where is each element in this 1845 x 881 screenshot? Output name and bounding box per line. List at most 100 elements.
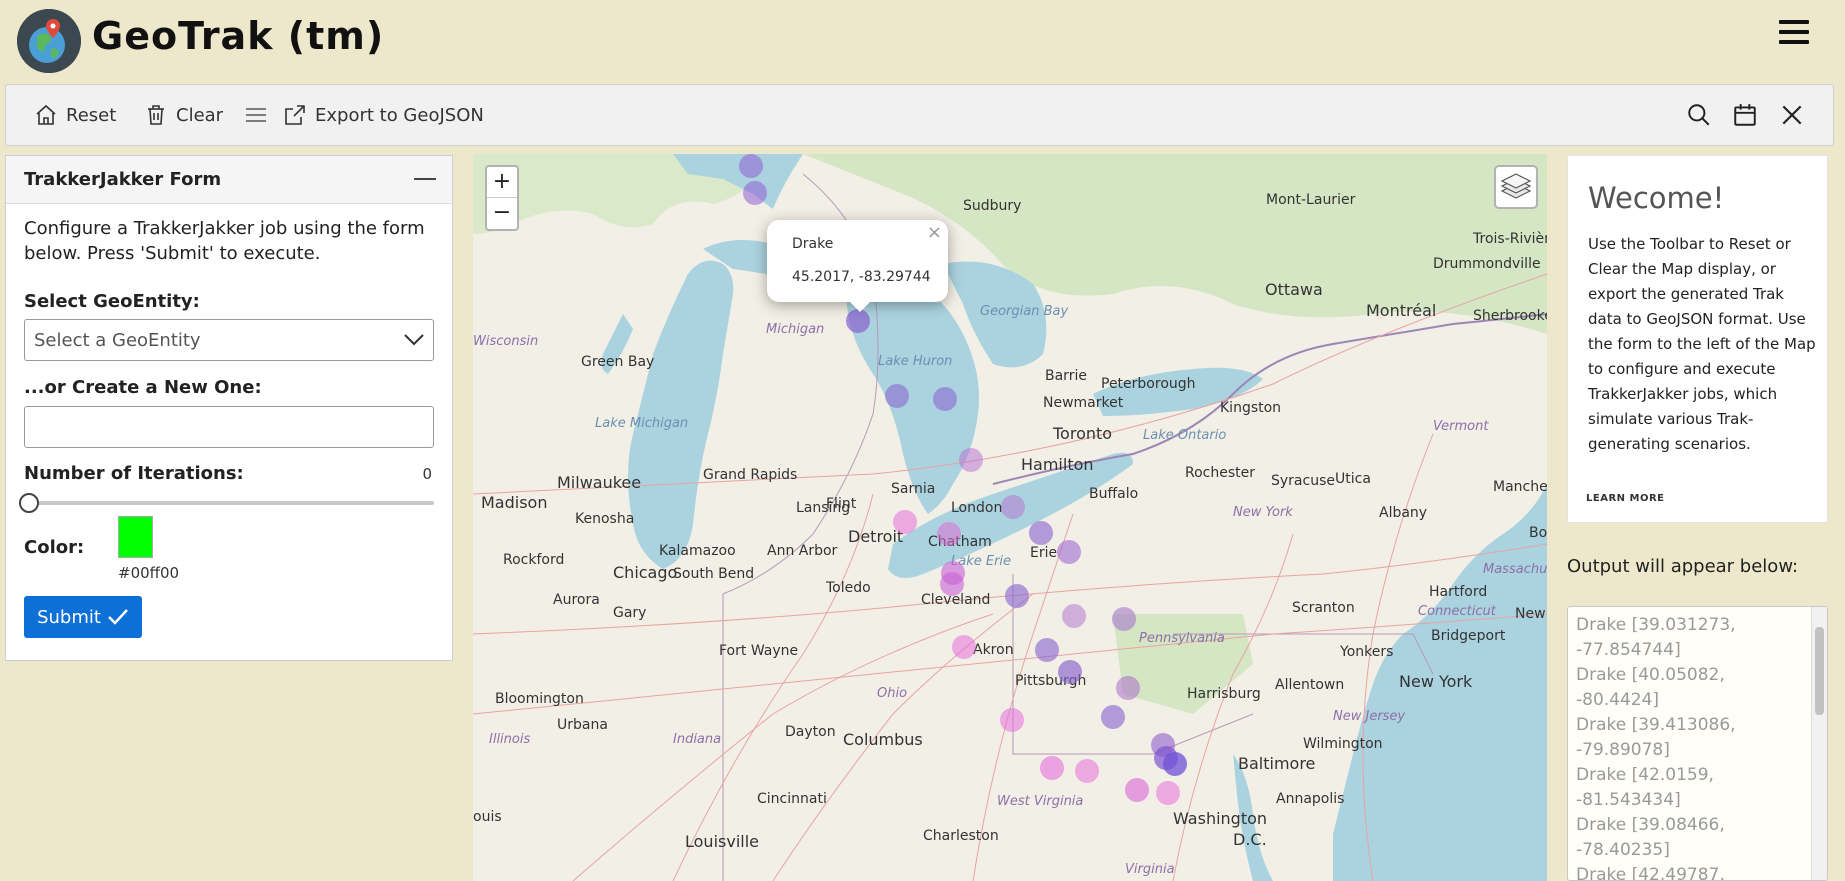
trak-marker[interactable] — [846, 309, 870, 333]
output-scrollbar-thumb[interactable] — [1815, 627, 1824, 715]
map-label-utica: Utica — [1335, 471, 1371, 487]
search-icon[interactable] — [1686, 102, 1712, 128]
new-geoentity-input[interactable] — [24, 406, 434, 448]
map-label-erie: Erie — [1030, 545, 1058, 561]
trak-marker[interactable] — [1057, 540, 1081, 564]
map-label-green-bay: Green Bay — [581, 354, 655, 370]
iterations-slider-thumb[interactable] — [19, 493, 39, 513]
zoom-out-button[interactable]: − — [487, 198, 517, 229]
trak-marker[interactable] — [1058, 660, 1082, 684]
trak-marker[interactable] — [1101, 705, 1125, 729]
map-label-sherbrooke: Sherbrooke — [1473, 308, 1547, 324]
layers-icon — [1500, 173, 1532, 199]
toolbar: Reset Clear Export to GeoJSON — [5, 84, 1834, 146]
trak-marker[interactable] — [1035, 638, 1059, 662]
output-scrollbar[interactable] — [1811, 607, 1827, 880]
map-label-new-jersey: New Jersey — [1333, 709, 1406, 724]
submit-button[interactable]: Submit — [24, 596, 142, 638]
trak-marker[interactable] — [1075, 759, 1099, 783]
map-label-massachusetts: Massachus — [1483, 562, 1547, 577]
trak-marker[interactable] — [1001, 495, 1025, 519]
trak-marker[interactable] — [1163, 752, 1187, 776]
map-label-kenosha: Kenosha — [575, 511, 635, 527]
trak-marker[interactable] — [1005, 584, 1029, 608]
map-label-drummondville: Drummondville — [1433, 256, 1541, 272]
trak-marker[interactable] — [1029, 521, 1053, 545]
trak-marker[interactable] — [1156, 781, 1180, 805]
map-label-detroit: Detroit — [848, 527, 904, 546]
trak-marker[interactable] — [1125, 778, 1149, 802]
learn-more-link[interactable]: LEARN MORE — [1586, 493, 1664, 504]
hamburger-menu-icon[interactable] — [1779, 20, 1809, 46]
trak-marker[interactable] — [940, 572, 964, 596]
trak-marker[interactable] — [1062, 604, 1086, 628]
trash-icon — [148, 105, 164, 125]
color-hex-value: #00ff00 — [118, 564, 180, 582]
trak-marker[interactable] — [885, 384, 909, 408]
map-label-manchester: Manches — [1493, 479, 1547, 495]
reset-button[interactable]: Reset — [34, 85, 116, 145]
output-textarea[interactable]: Drake [39.031273, -77.854744] Drake [40.… — [1567, 606, 1828, 881]
trak-marker[interactable] — [1040, 756, 1064, 780]
trak-marker[interactable] — [959, 448, 983, 472]
map-label-cincinnati: Cincinnati — [757, 791, 827, 807]
trak-marker[interactable] — [937, 522, 961, 546]
map-label-chicago: Chicago — [613, 563, 678, 582]
map-label-vermont: Vermont — [1433, 419, 1489, 434]
geoentity-select[interactable]: Select a GeoEntity — [24, 319, 434, 361]
map-label-newmarket: Newmarket — [1043, 395, 1124, 411]
external-link-icon — [285, 105, 305, 125]
trak-marker[interactable] — [933, 387, 957, 411]
clear-label: Clear — [176, 104, 224, 126]
list-button[interactable] — [244, 85, 268, 145]
new-geoentity-label: ...or Create a New One: — [24, 377, 262, 398]
globe-pin-icon[interactable] — [17, 9, 81, 73]
collapse-icon[interactable] — [414, 178, 436, 180]
map-label-virginia: Virginia — [1125, 862, 1175, 877]
color-picker-swatch[interactable] — [118, 516, 153, 558]
map-label-flint: Flint — [826, 496, 857, 512]
map-label-sudbury: Sudbury — [963, 198, 1022, 214]
map-label-grand-rapids: Grand Rapids — [703, 467, 798, 483]
form-title: TrakkerJakker Form — [24, 169, 222, 190]
clear-button[interactable]: Clear — [144, 85, 223, 145]
calendar-icon[interactable] — [1732, 102, 1758, 128]
layers-control[interactable] — [1494, 165, 1538, 209]
trak-marker[interactable] — [952, 635, 976, 659]
map-label-west-virginia: West Virginia — [997, 794, 1084, 809]
map-label-ohio: Ohio — [877, 686, 908, 701]
close-icon[interactable] — [1779, 102, 1805, 128]
output-label: Output will appear below: — [1567, 556, 1799, 577]
popup-coordinates: 45.2017, -83.29744 — [792, 269, 931, 285]
popup-close-icon[interactable]: × — [927, 222, 942, 243]
trakkerjakker-form-panel: TrakkerJakker Form Configure a TrakkerJa… — [5, 155, 453, 661]
zoom-in-button[interactable]: + — [487, 167, 517, 198]
map-label-pennsylvania: Pennsylvania — [1139, 631, 1225, 646]
map-label-connecticut: Connecticut — [1418, 604, 1496, 619]
map-label-gary: Gary — [613, 605, 647, 621]
map-label-dc: D.C. — [1233, 830, 1267, 849]
trak-marker[interactable] — [893, 510, 917, 534]
trak-marker[interactable] — [1000, 708, 1024, 732]
chevron-down-icon — [404, 334, 424, 346]
iterations-slider-track[interactable] — [28, 501, 434, 505]
map-label-mont-laurier: Mont-Laurier — [1266, 192, 1356, 208]
export-geojson-button[interactable]: Export to GeoJSON — [283, 85, 484, 145]
geoentity-select-value: Select a GeoEntity — [34, 330, 201, 351]
trak-marker[interactable] — [739, 154, 763, 178]
map-view[interactable]: Sudbury Mont-Laurier Trois-Rivières Drum… — [473, 154, 1547, 881]
trak-marker[interactable] — [1116, 676, 1140, 700]
map-label-peterborough: Peterborough — [1101, 376, 1196, 392]
map-label-toronto: Toronto — [1053, 424, 1113, 443]
welcome-body: Use the Toolbar to Reset or Clear the Ma… — [1588, 235, 1816, 453]
welcome-panel: Wecome! Use the Toolbar to Reset or Clea… — [1567, 155, 1828, 523]
map-label-urbana: Urbana — [557, 717, 608, 733]
home-icon — [36, 104, 56, 125]
map-label-bridgeport: Bridgeport — [1431, 628, 1506, 644]
map-label-new-york-city: New York — [1399, 672, 1473, 691]
trak-marker[interactable] — [1112, 607, 1136, 631]
trak-marker[interactable] — [743, 181, 767, 205]
map-label-trois-rivieres: Trois-Rivières — [1473, 231, 1547, 247]
map-label-georgian-bay: Georgian Bay — [980, 304, 1069, 319]
map-label-harrisburg: Harrisburg — [1187, 686, 1261, 702]
